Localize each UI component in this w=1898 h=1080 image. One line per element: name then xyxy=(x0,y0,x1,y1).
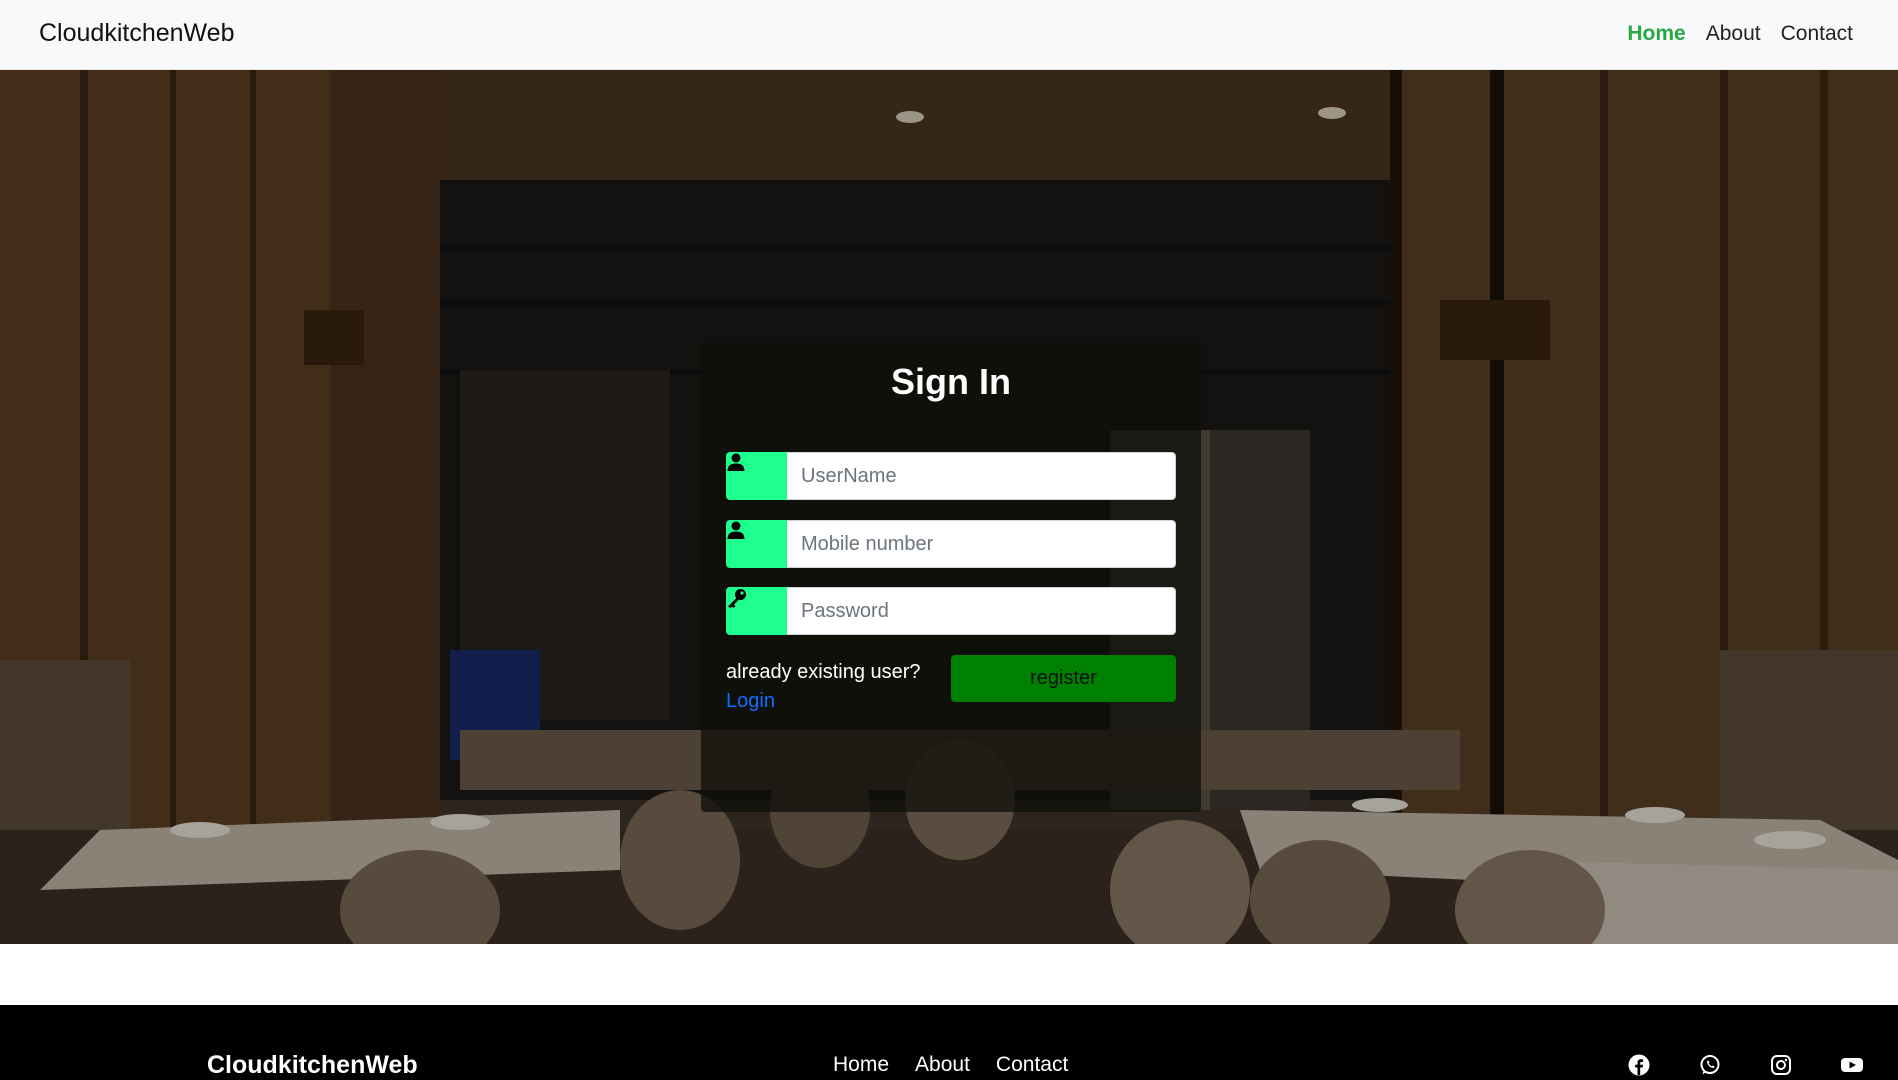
key-icon xyxy=(726,587,787,635)
footer-brand: CloudkitchenWeb xyxy=(207,1051,418,1079)
username-input[interactable] xyxy=(787,452,1176,500)
password-input[interactable] xyxy=(787,587,1176,635)
nav-links: Home About Contact xyxy=(1627,22,1853,46)
nav-about-link[interactable]: About xyxy=(1706,22,1761,46)
facebook-icon[interactable] xyxy=(1627,1053,1651,1077)
brand-logo[interactable]: CloudkitchenWeb xyxy=(39,19,234,48)
footer-about-link[interactable]: About xyxy=(915,1053,970,1077)
username-field-group xyxy=(726,452,1176,500)
footer: CloudkitchenWeb Home About Contact xyxy=(0,1005,1898,1080)
user-icon xyxy=(726,452,787,500)
register-button[interactable]: register xyxy=(951,655,1176,702)
instagram-icon[interactable] xyxy=(1769,1053,1793,1077)
footer-links: Home About Contact xyxy=(833,1053,1068,1077)
nav-home-link[interactable]: Home xyxy=(1627,22,1685,46)
signin-title: Sign In xyxy=(891,361,1011,402)
password-field-group xyxy=(726,587,1176,635)
mobile-field-group xyxy=(726,520,1176,568)
footer-home-link[interactable]: Home xyxy=(833,1053,889,1077)
whatsapp-icon[interactable] xyxy=(1698,1053,1722,1077)
nav-contact-link[interactable]: Contact xyxy=(1781,22,1853,46)
login-link[interactable]: Login xyxy=(726,687,921,716)
social-links xyxy=(1627,1053,1864,1077)
existing-user-block: already existing user? Login xyxy=(726,658,921,716)
user-icon xyxy=(726,520,787,568)
youtube-icon[interactable] xyxy=(1840,1053,1864,1077)
signin-card: Sign In already existing user? Login reg… xyxy=(701,343,1201,812)
hero-background: Sign In already existing user? Login reg… xyxy=(0,70,1898,944)
footer-contact-link[interactable]: Contact xyxy=(996,1053,1068,1077)
existing-user-text: already existing user? xyxy=(726,661,921,683)
mobile-input[interactable] xyxy=(787,520,1176,568)
navbar: CloudkitchenWeb Home About Contact xyxy=(0,0,1898,70)
